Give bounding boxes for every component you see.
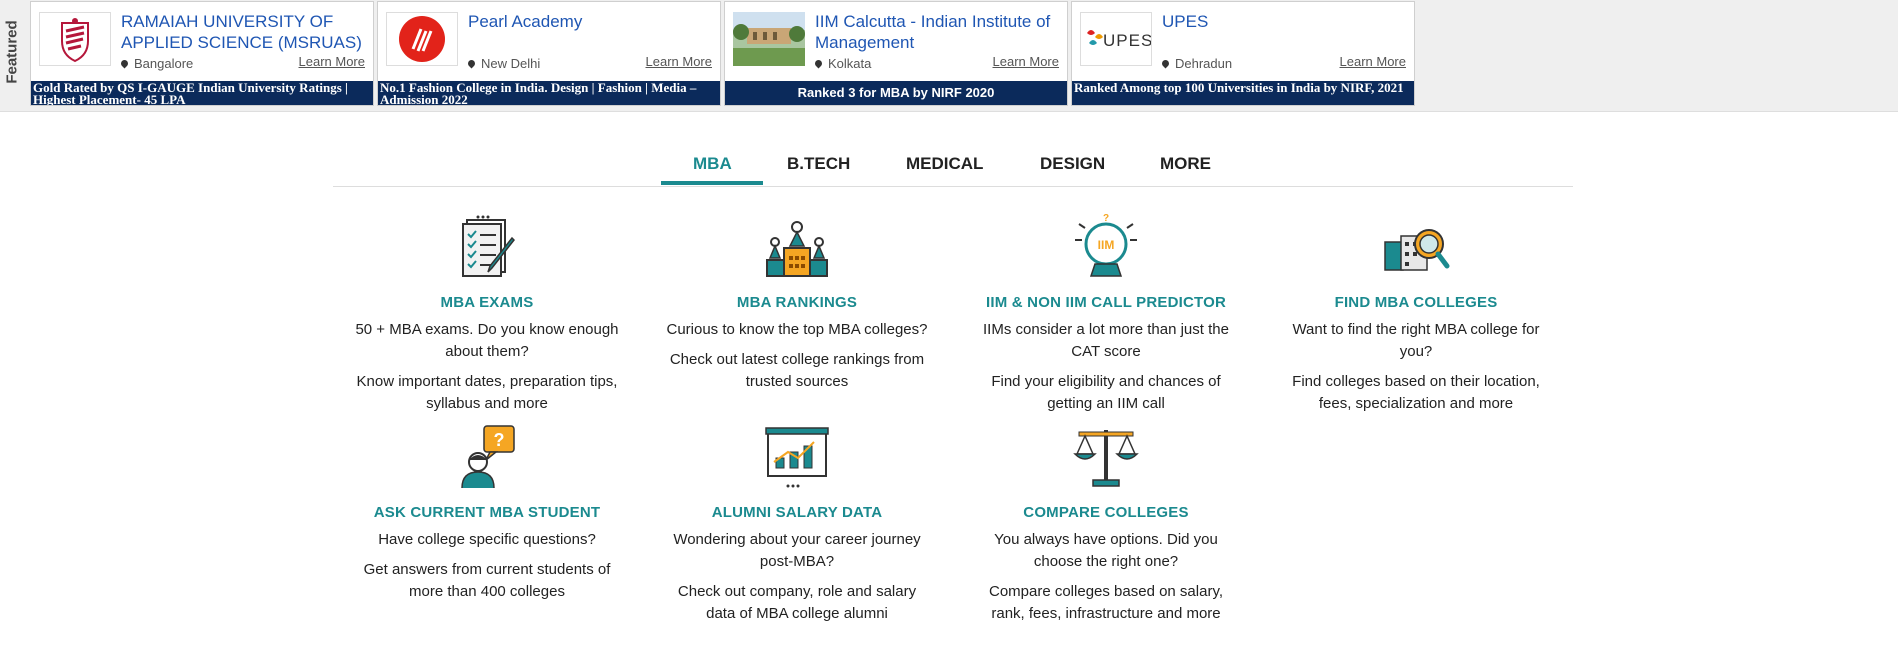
rankings-podium-icon <box>766 221 828 277</box>
location-pin-icon <box>119 58 130 69</box>
item-detail: Compare colleges based on salary, rank, … <box>988 583 1224 622</box>
learn-more-link[interactable]: Learn More <box>646 54 712 69</box>
tab-medical[interactable]: MEDICAL <box>906 154 983 174</box>
compare-colleges-card[interactable]: COMPARE COLLEGES You always have options… <box>956 422 1256 625</box>
item-description: Curious to know the top MBA colleges? <box>666 321 928 338</box>
alumni-salary-card[interactable]: ALUMNI SALARY DATA Wondering about your … <box>647 422 947 625</box>
find-colleges-icon <box>1384 229 1450 271</box>
exam-checklist-icon <box>462 215 516 277</box>
find-colleges-card[interactable]: FIND MBA COLLEGES Want to find the right… <box>1266 212 1566 415</box>
item-description: Wondering about your career journey post… <box>673 531 921 570</box>
tab-btech[interactable]: B.TECH <box>787 154 850 174</box>
college-location: Dehradun <box>1160 56 1232 71</box>
item-description: Have college specific questions? <box>378 531 596 548</box>
item-detail: Check out latest college rankings from t… <box>669 351 925 390</box>
call-predictor-card[interactable]: IIM ? IIM & NON IIM CALL PREDICTOR IIMs … <box>956 212 1256 415</box>
crystal-ball-icon: IIM ? <box>1075 213 1137 277</box>
ask-student-icon: ? <box>461 425 515 489</box>
location-pin-icon <box>813 58 824 69</box>
item-detail: Know important dates, preparation tips, … <box>356 373 618 412</box>
salary-chart-icon <box>765 427 829 488</box>
item-title[interactable]: IIM & NON IIM CALL PREDICTOR <box>956 294 1256 311</box>
item-detail: Find colleges based on their location, f… <box>1292 373 1540 412</box>
featured-card-iim-calcutta[interactable]: IIM Calcutta - Indian Institute of Manag… <box>724 1 1068 106</box>
ask-student-card[interactable]: ? ASK CURRENT MBA STUDENT Have college s… <box>337 422 637 603</box>
card-banner[interactable]: Ranked 3 for MBA by NIRF 2020 <box>725 81 1067 105</box>
item-title[interactable]: FIND MBA COLLEGES <box>1266 294 1566 311</box>
ramaiah-logo <box>39 12 111 66</box>
college-name[interactable]: IIM Calcutta - Indian Institute of Manag… <box>815 11 1059 53</box>
upes-logo: UPES <box>1080 12 1152 66</box>
item-title[interactable]: MBA EXAMS <box>337 294 637 311</box>
active-tab-underline <box>661 181 763 185</box>
item-title[interactable]: MBA RANKINGS <box>647 294 947 311</box>
mba-rankings-card[interactable]: MBA RANKINGS Curious to know the top MBA… <box>647 212 947 393</box>
featured-card-pearl[interactable]: Pearl Academy New Delhi Learn More No.1 … <box>377 1 721 106</box>
tab-design[interactable]: DESIGN <box>1040 154 1105 174</box>
pearl-academy-logo <box>386 12 458 66</box>
college-location: Bangalore <box>119 56 193 71</box>
college-name[interactable]: UPES <box>1162 11 1406 32</box>
tab-mba[interactable]: MBA <box>693 154 732 174</box>
featured-card-ramaiah[interactable]: RAMAIAH UNIVERSITY OF APPLIED SCIENCE (M… <box>30 1 374 106</box>
location-pin-icon <box>1160 58 1171 69</box>
item-description: IIMs consider a lot more than just the C… <box>983 321 1229 360</box>
item-title[interactable]: COMPARE COLLEGES <box>956 504 1256 521</box>
iim-calcutta-campus-photo <box>733 12 805 66</box>
svg-text:UPES: UPES <box>1103 31 1151 50</box>
college-location: New Delhi <box>466 56 540 71</box>
svg-text:?: ? <box>494 430 505 450</box>
item-title[interactable]: ASK CURRENT MBA STUDENT <box>337 504 637 521</box>
svg-text:?: ? <box>1103 213 1109 224</box>
course-tabs: MBA B.TECH MEDICAL DESIGN MORE <box>333 148 1573 187</box>
item-detail: Find your eligibility and chances of get… <box>991 373 1221 412</box>
card-banner[interactable]: Gold Rated by QS I-GAUGE Indian Universi… <box>31 81 373 105</box>
learn-more-link[interactable]: Learn More <box>1340 54 1406 69</box>
card-banner[interactable]: No.1 Fashion College in India. Design | … <box>378 81 720 105</box>
learn-more-link[interactable]: Learn More <box>993 54 1059 69</box>
location-pin-icon <box>466 58 477 69</box>
item-description: 50 + MBA exams. Do you know enough about… <box>355 321 619 360</box>
item-detail: Get answers from current students of mor… <box>363 561 611 600</box>
item-title[interactable]: ALUMNI SALARY DATA <box>647 504 947 521</box>
mba-exams-card[interactable]: MBA EXAMS 50 + MBA exams. Do you know en… <box>337 212 637 415</box>
college-name[interactable]: RAMAIAH UNIVERSITY OF APPLIED SCIENCE (M… <box>121 11 365 53</box>
svg-text:IIM: IIM <box>1098 238 1115 252</box>
learn-more-link[interactable]: Learn More <box>299 54 365 69</box>
college-name[interactable]: Pearl Academy <box>468 11 712 32</box>
featured-strip: Featured RAMAIAH UNIVERSITY OF APPLIED S… <box>0 0 1898 112</box>
item-description: Want to find the right MBA college for y… <box>1292 321 1540 360</box>
item-description: You always have options. Did you choose … <box>994 531 1218 570</box>
featured-card-upes[interactable]: UPES UPES Dehradun Learn More Ranked Amo… <box>1071 1 1415 106</box>
tab-more[interactable]: MORE <box>1160 154 1211 174</box>
scales-icon <box>1073 430 1139 487</box>
featured-label: Featured <box>3 20 21 84</box>
item-detail: Check out company, role and salary data … <box>677 583 917 622</box>
card-banner[interactable]: Ranked Among top 100 Universities in Ind… <box>1072 81 1414 105</box>
college-location: Kolkata <box>813 56 871 71</box>
